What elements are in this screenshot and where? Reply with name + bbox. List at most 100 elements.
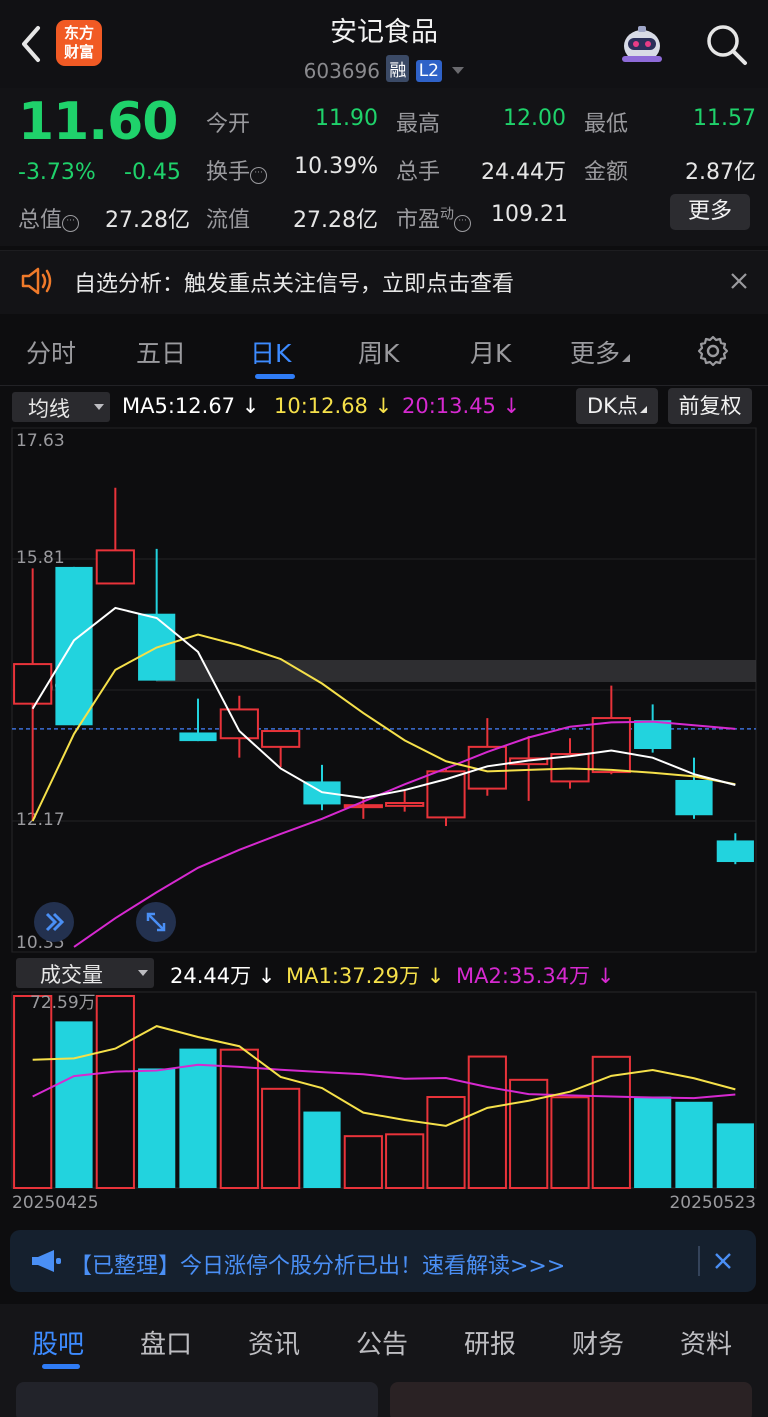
tab-research[interactable]: 研报 — [464, 1324, 516, 1361]
active-bottom-tab-indicator — [42, 1364, 80, 1369]
vol-ma2-text: MA2:35.34万 — [456, 964, 591, 988]
volume-bar — [716, 1123, 754, 1188]
ma20-text: 20:13.45 — [402, 394, 496, 418]
vol-ma1-label: MA1:37.29万 ↓ — [286, 964, 445, 988]
vol-ma2-label: MA2:35.34万 ↓ — [456, 964, 615, 988]
y-tick-label: 15.81 — [16, 548, 65, 568]
tab-intraday[interactable]: 分时 — [26, 334, 76, 370]
volume-now-text: 24.44万 — [170, 964, 252, 988]
turnover-label-text: 换手 — [206, 160, 251, 185]
forum-card-right[interactable] — [390, 1382, 752, 1417]
candle — [303, 764, 341, 811]
candle — [426, 768, 466, 827]
volume-bar — [55, 1021, 93, 1188]
candle — [675, 757, 713, 819]
high-value: 12.00 — [503, 106, 566, 131]
turnover-value: 10.39% — [294, 154, 378, 179]
corner-triangle-icon — [622, 354, 631, 362]
notice-text: 自选分析：触发重点关注信号，立即点击查看 — [74, 272, 515, 297]
volume-bar — [509, 1078, 549, 1190]
banner-text: 【已整理】今日涨停个股分析已出！速看解读>>> — [70, 1254, 566, 1279]
indicator-select[interactable]: 成交量 — [16, 958, 154, 988]
fullscreen-icon[interactable] — [136, 902, 176, 942]
low-label: 最低 — [584, 112, 629, 137]
candle — [634, 704, 672, 753]
pe-label: 市盈动 ··· — [396, 202, 472, 234]
expand-left-icon[interactable] — [34, 902, 74, 942]
close-icon[interactable] — [714, 1252, 732, 1274]
stock-code-line[interactable]: 603696 融 L2 — [234, 55, 534, 83]
volume-bar — [303, 1111, 341, 1188]
open-value: 11.90 — [315, 106, 378, 131]
eastmoney-logo[interactable]: 东方 财富 — [56, 20, 102, 66]
tab-forum[interactable]: 股吧 — [32, 1324, 84, 1361]
volume-bar — [634, 1096, 672, 1188]
back-icon[interactable] — [16, 24, 46, 64]
last-price: 11.60 — [18, 92, 178, 152]
volume-now-label: 24.44万 ↓ — [170, 964, 276, 988]
volume-bar — [426, 1096, 466, 1190]
info-dot-icon[interactable]: ··· — [454, 215, 472, 232]
l2-tag: L2 — [415, 60, 442, 82]
tab-profile[interactable]: 资料 — [680, 1324, 732, 1361]
tab-monthly-k[interactable]: 月K — [470, 334, 511, 370]
candle-body — [675, 779, 713, 816]
tab-finance[interactable]: 财务 — [572, 1324, 624, 1361]
y-tick-label: 17.63 — [16, 431, 65, 451]
dk-point-button[interactable]: DK点 — [576, 388, 658, 424]
ma-select[interactable]: 均线 — [12, 392, 110, 422]
active-tab-indicator — [255, 374, 295, 379]
tab-more[interactable]: 更多 — [570, 334, 631, 370]
search-icon[interactable] — [704, 22, 748, 66]
volume-bar — [550, 1096, 590, 1189]
more-quote-button[interactable]: 更多 — [670, 194, 750, 230]
close-icon[interactable] — [730, 272, 748, 294]
x-end-label: 20250523 — [669, 1193, 756, 1213]
volume-bar — [219, 1048, 259, 1189]
volume-bar — [343, 1135, 383, 1189]
chevron-down-icon — [452, 67, 465, 74]
corner-triangle-icon — [639, 406, 647, 413]
change-amount: -0.45 — [124, 160, 181, 185]
info-dot-icon[interactable]: ··· — [250, 167, 268, 184]
info-dot-icon[interactable]: ··· — [62, 215, 80, 232]
volume-bar — [467, 1055, 507, 1190]
x-start-label: 20250425 — [12, 1193, 99, 1213]
forum-card-left[interactable] — [16, 1382, 378, 1417]
tab-news[interactable]: 资讯 — [248, 1324, 300, 1361]
dk-point-label: DK点 — [587, 394, 638, 418]
tab-daily-k[interactable]: 日K — [250, 334, 291, 370]
pe-superscript: 动 — [440, 206, 455, 223]
candle — [95, 487, 135, 585]
vol-ma1-text: MA1:37.29万 — [286, 964, 421, 988]
volume-bar — [138, 1068, 176, 1188]
volume-bar — [13, 995, 53, 1189]
candle-body — [95, 549, 135, 585]
tab-weekly-k[interactable]: 周K — [358, 334, 399, 370]
banner-divider — [698, 1246, 700, 1276]
stock-code: 603696 — [303, 59, 380, 83]
logo-text-2: 财富 — [63, 43, 94, 61]
tab-five-day[interactable]: 五日 — [136, 334, 186, 370]
ma20-label: 20:13.45 ↓ — [402, 394, 521, 418]
ma-select-label: 均线 — [28, 397, 70, 421]
pe-label-text: 市盈 — [396, 208, 441, 233]
candle-body — [261, 730, 301, 748]
volume-bar — [675, 1101, 713, 1188]
volume-label: 总手 — [396, 160, 441, 185]
robot-assistant-icon[interactable] — [616, 22, 668, 66]
tab-orderbook[interactable]: 盘口 — [140, 1324, 192, 1361]
y-tick-label: 12.17 — [16, 810, 65, 830]
price-adjust-button[interactable]: 前复权 — [668, 388, 752, 424]
candle-body — [634, 720, 672, 750]
candle-body — [385, 802, 425, 807]
float-value: 27.28亿 — [293, 208, 378, 233]
volume-bar — [179, 1048, 217, 1188]
volume-value: 24.44万 — [481, 160, 566, 185]
tab-announcements[interactable]: 公告 — [356, 1324, 408, 1361]
settings-gear-icon[interactable] — [696, 334, 730, 372]
ma5-label: MA5:12.67 ↓ — [122, 394, 260, 418]
amount-value: 2.87亿 — [685, 160, 756, 185]
kline-chart[interactable]: 17.6315.8113.9912.1710.3572.59万202504252… — [0, 420, 768, 1220]
margin-tag: 融 — [386, 55, 410, 82]
